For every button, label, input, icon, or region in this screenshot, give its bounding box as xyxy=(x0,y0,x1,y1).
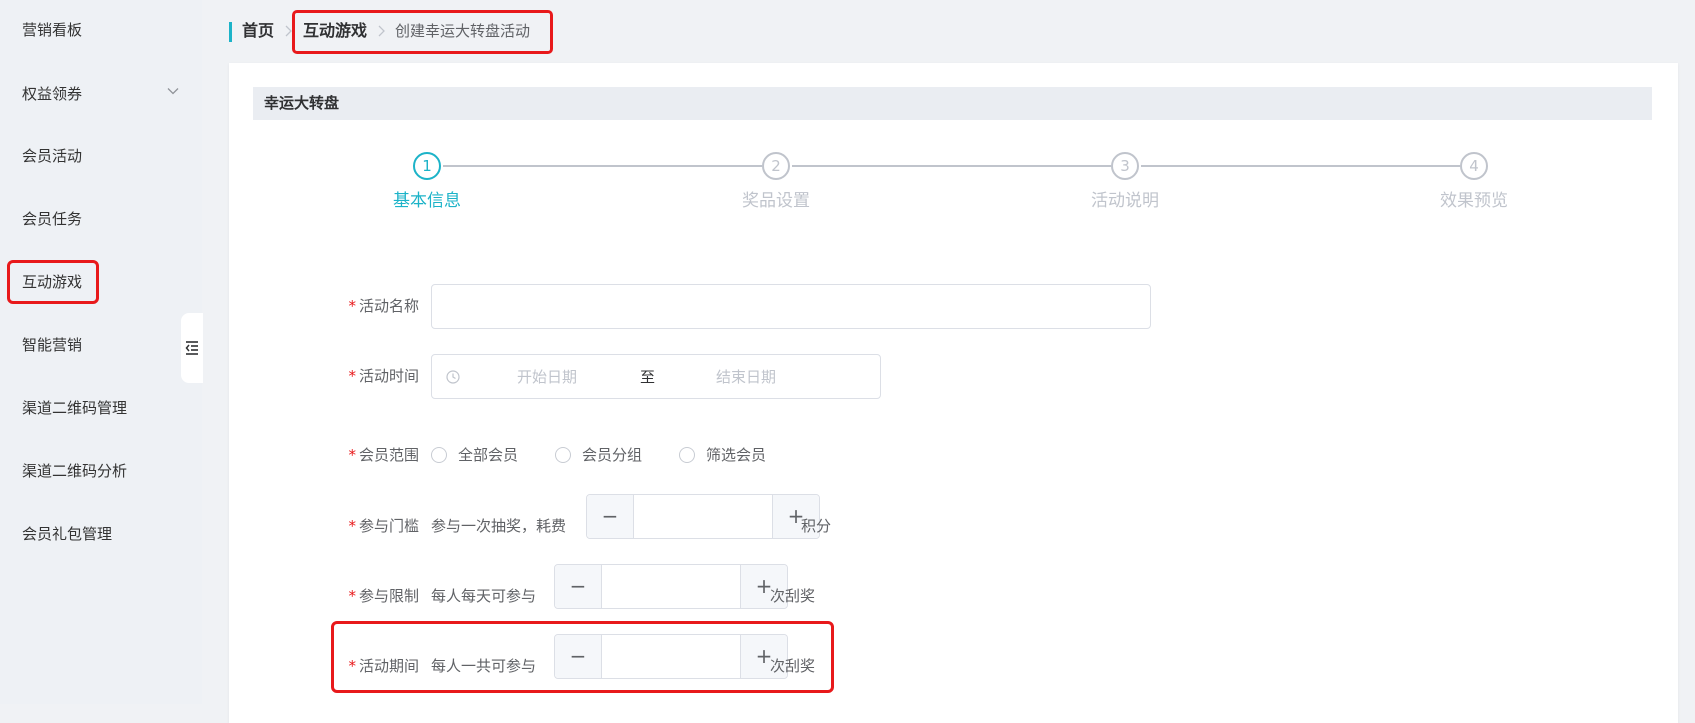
step-connector xyxy=(792,165,1111,167)
radio-member-group-label[interactable]: 会员分组 xyxy=(582,445,642,465)
threshold-prefix: 参与一次抽奖，耗费 xyxy=(431,517,567,535)
step-connector xyxy=(1141,165,1460,167)
threshold-stepper[interactable]: − + xyxy=(586,494,820,539)
threshold-label: * 参与门槛 xyxy=(229,516,419,536)
threshold-decrement-button[interactable]: − xyxy=(587,495,634,538)
step-3-circle: 3 xyxy=(1111,152,1139,180)
step-4-label: 效果预览 xyxy=(1440,191,1508,211)
daily-limit-suffix: 次刮奖 xyxy=(770,587,816,605)
required-mark: * xyxy=(348,297,356,315)
sidebar-item-smart-marketing[interactable]: 智能营销 xyxy=(22,335,82,355)
end-date-input[interactable]: 结束日期 xyxy=(716,367,776,387)
step-3-label: 活动说明 xyxy=(1091,191,1159,211)
step-1-label: 基本信息 xyxy=(393,191,461,211)
step-2-label: 奖品设置 xyxy=(742,191,810,211)
sidebar-item-gift-packs[interactable]: 会员礼包管理 xyxy=(22,524,112,544)
card-title: 幸运大转盘 xyxy=(264,94,340,112)
activity-time-label: * 活动时间 xyxy=(229,366,419,386)
clock-icon xyxy=(446,370,460,384)
outdent-icon xyxy=(185,341,198,355)
sidebar-collapse-button[interactable] xyxy=(181,313,203,383)
daily-limit-decrement-button[interactable]: − xyxy=(555,565,602,608)
breadcrumb-home[interactable]: 首页 xyxy=(242,20,274,42)
card-header: 幸运大转盘 xyxy=(253,87,1652,120)
daily-limit-stepper[interactable]: − + xyxy=(554,564,788,609)
highlight-box-total-limit xyxy=(331,621,834,693)
sidebar-item-member-tasks[interactable]: 会员任务 xyxy=(22,209,82,229)
sidebar-item-marketing-dashboard[interactable]: 营销看板 xyxy=(22,20,82,40)
radio-filter-members-label[interactable]: 筛选会员 xyxy=(706,445,766,465)
required-mark: * xyxy=(348,446,356,464)
daily-limit-label-text: 参与限制 xyxy=(358,587,419,605)
activity-name-label-text: 活动名称 xyxy=(358,297,419,315)
step-4-circle: 4 xyxy=(1460,152,1488,180)
activity-name-label: * 活动名称 xyxy=(229,296,419,316)
activity-name-input[interactable] xyxy=(431,284,1151,329)
threshold-label-text: 参与门槛 xyxy=(358,517,419,535)
daily-limit-label: * 参与限制 xyxy=(229,586,419,606)
step-connector xyxy=(443,165,762,167)
breadcrumb-accent-bar xyxy=(229,22,232,42)
member-scope-label-text: 会员范围 xyxy=(358,446,419,464)
required-mark: * xyxy=(348,587,356,605)
sidebar-item-qr-analysis[interactable]: 渠道二维码分析 xyxy=(22,461,127,481)
radio-filter-members[interactable] xyxy=(679,447,695,463)
form-card: 幸运大转盘 1 2 3 4 基本信息 奖品设置 活动说明 效果预览 * 活动名称 … xyxy=(229,63,1678,723)
date-range-picker[interactable]: 开始日期 至 结束日期 xyxy=(431,354,881,399)
member-scope-label: * 会员范围 xyxy=(229,445,419,465)
radio-all-members[interactable] xyxy=(431,447,447,463)
threshold-suffix: 积分 xyxy=(801,517,832,535)
required-mark: * xyxy=(348,367,356,385)
sidebar-item-coupons[interactable]: 权益领券 xyxy=(22,84,82,104)
date-range-separator: 至 xyxy=(640,368,656,386)
highlight-box-breadcrumb xyxy=(292,10,553,54)
sidebar-item-member-activities[interactable]: 会员活动 xyxy=(22,146,82,166)
start-date-input[interactable]: 开始日期 xyxy=(517,367,577,387)
radio-all-members-label[interactable]: 全部会员 xyxy=(458,445,518,465)
activity-time-label-text: 活动时间 xyxy=(358,367,419,385)
step-1-circle: 1 xyxy=(413,152,441,180)
radio-member-group[interactable] xyxy=(555,447,571,463)
step-2-circle: 2 xyxy=(762,152,790,180)
chevron-down-icon[interactable] xyxy=(166,84,180,98)
daily-limit-prefix: 每人每天可参与 xyxy=(431,587,537,605)
highlight-box-sidebar xyxy=(7,260,99,304)
sidebar-item-qr-management[interactable]: 渠道二维码管理 xyxy=(22,398,127,418)
required-mark: * xyxy=(348,517,356,535)
sidebar: 营销看板 权益领券 会员活动 会员任务 互动游戏 智能营销 渠道二维码管理 渠道… xyxy=(0,0,203,704)
